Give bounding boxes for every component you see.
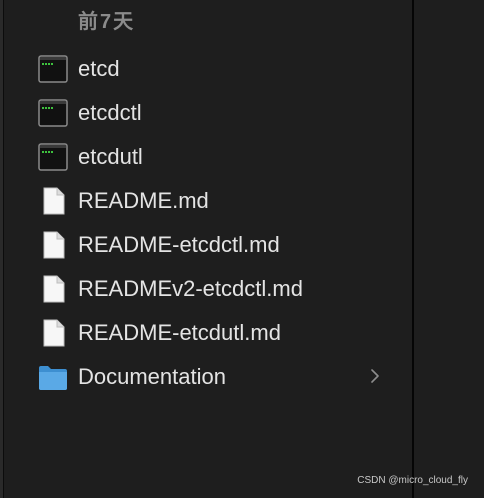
folder-icon	[38, 363, 68, 391]
file-row-readmev2-etcdctl[interactable]: READMEv2-etcdctl.md	[4, 269, 412, 309]
terminal-exec-icon	[38, 143, 68, 171]
file-row-etcdctl[interactable]: etcdctl	[4, 93, 412, 133]
file-name: etcdctl	[78, 100, 142, 125]
file-name: README.md	[78, 188, 209, 213]
folder-row-documentation[interactable]: Documentation	[4, 357, 412, 397]
section-header: 前7天	[78, 11, 136, 33]
terminal-exec-icon	[38, 99, 68, 127]
file-row-etcdutl[interactable]: etcdutl	[4, 137, 412, 177]
folder-name: Documentation	[78, 364, 226, 389]
document-icon	[38, 275, 68, 303]
document-icon	[38, 187, 68, 215]
watermark: CSDN @micro_cloud_fly	[357, 475, 468, 486]
file-name: README-etcdutl.md	[78, 320, 281, 345]
document-icon	[38, 231, 68, 259]
file-name: READMEv2-etcdctl.md	[78, 276, 303, 301]
preview-column	[414, 0, 484, 498]
document-icon	[38, 319, 68, 347]
terminal-exec-icon	[38, 55, 68, 83]
chevron-right-icon	[368, 366, 382, 386]
file-name: etcdutl	[78, 144, 143, 169]
file-name: README-etcdctl.md	[78, 232, 280, 257]
file-row-readme-etcdctl[interactable]: README-etcdctl.md	[4, 225, 412, 265]
file-row-readme[interactable]: README.md	[4, 181, 412, 221]
file-row-etcd[interactable]: etcd	[4, 49, 412, 89]
file-row-readme-etcdutl[interactable]: README-etcdutl.md	[4, 313, 412, 353]
file-name: etcd	[78, 56, 120, 81]
